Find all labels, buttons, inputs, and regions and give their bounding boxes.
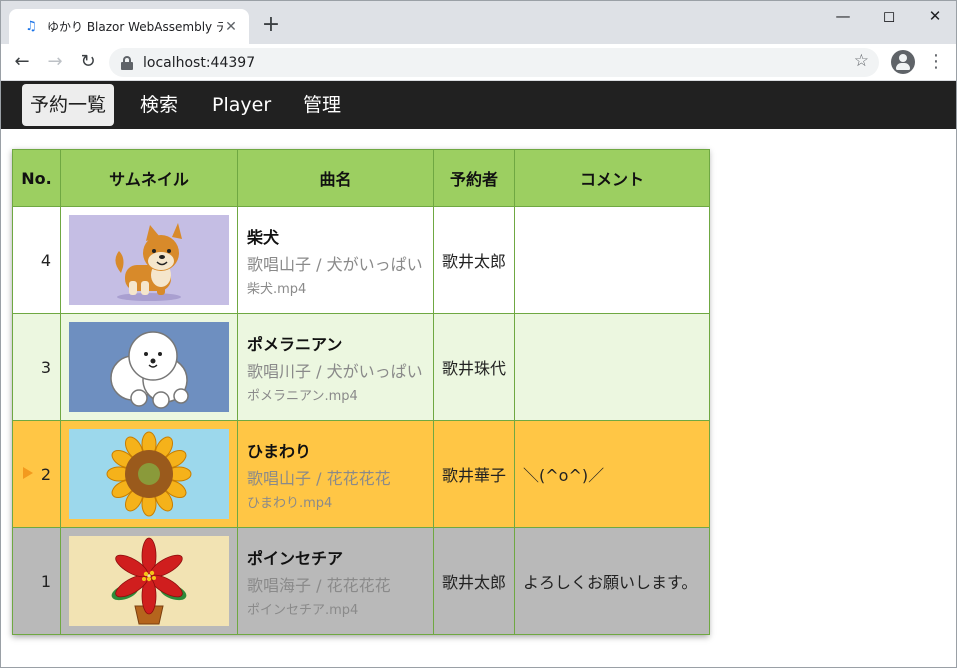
thumbnail <box>69 429 229 519</box>
song-title: ポメラニアン <box>247 334 343 354</box>
tab-title: ゆかり Blazor WebAssembly デモ <box>47 20 223 34</box>
header-no: No. <box>12 149 61 207</box>
profile-avatar-icon[interactable] <box>891 50 915 74</box>
reload-icon[interactable]: ↻ <box>75 49 101 75</box>
table-row[interactable]: 2 ひまわり 歌唱山子 / 花花花花 ひまわり.mp4 歌井華子 ＼(^o^)／ <box>12 420 710 528</box>
thumbnail <box>69 322 229 412</box>
thumbnail-cell <box>60 527 238 635</box>
thumbnail-cell <box>60 420 238 528</box>
window-close-button[interactable]: ✕ <box>912 1 956 33</box>
header-comment: コメント <box>514 149 710 207</box>
thumbnail-cell <box>60 313 238 421</box>
thumbnail <box>69 536 229 626</box>
reservation-table: No. サムネイル 曲名 予約者 コメント 4 柴犬 歌唱山子 / 犬がいっぱい… <box>12 149 710 635</box>
comment-cell <box>514 206 710 314</box>
row-number: 2 <box>12 420 61 528</box>
comment-cell <box>514 313 710 421</box>
thumbnail <box>69 215 229 305</box>
poinsettia-icon <box>111 537 187 625</box>
maximize-button[interactable]: ◻ <box>866 1 912 33</box>
header-thumbnail: サムネイル <box>60 149 238 207</box>
music-note-icon: ♫ <box>25 18 37 34</box>
comment-cell: よろしくお願いします。 <box>514 527 710 635</box>
shiba-dog-icon <box>115 223 182 301</box>
new-tab-button[interactable]: + <box>259 13 283 37</box>
nav-admin[interactable]: 管理 <box>295 84 349 126</box>
thumbnail-cell <box>60 206 238 314</box>
url-text: localhost:44397 <box>143 54 256 71</box>
table-row[interactable]: 3 ポメラニアン 歌唱川子 / 犬がいっぱい ポメラニアン.mp4 歌井珠代 <box>12 313 710 421</box>
bookmark-star-icon[interactable]: ☆ <box>854 51 869 71</box>
singer-cell: 歌井太郎 <box>433 527 515 635</box>
song-artist: 歌唱山子 / 犬がいっぱい <box>247 254 423 274</box>
singer-cell: 歌井珠代 <box>433 313 515 421</box>
reservation-table-container: No. サムネイル 曲名 予約者 コメント 4 柴犬 歌唱山子 / 犬がいっぱい… <box>12 149 710 635</box>
song-artist: 歌唱川子 / 犬がいっぱい <box>247 361 423 381</box>
song-title: ひまわり <box>247 441 312 461</box>
address-bar[interactable]: localhost:44397 ☆ <box>109 48 879 77</box>
row-number: 1 <box>12 527 61 635</box>
sunflower-icon <box>106 431 192 517</box>
table-row[interactable]: 4 柴犬 歌唱山子 / 犬がいっぱい 柴犬.mp4 歌井太郎 <box>12 206 710 314</box>
song-file: ひまわり.mp4 <box>247 495 333 511</box>
song-file: 柴犬.mp4 <box>247 281 307 297</box>
lock-icon <box>121 55 133 70</box>
tab-strip: ♫ ゆかり Blazor WebAssembly デモ ✕ + — ◻ ✕ <box>1 1 956 44</box>
nav-reservation-list[interactable]: 予約一覧 <box>22 84 115 126</box>
song-cell: 柴犬 歌唱山子 / 犬がいっぱい 柴犬.mp4 <box>237 206 434 314</box>
pomeranian-dog-icon <box>110 331 189 409</box>
nav-search[interactable]: 検索 <box>132 84 186 126</box>
song-cell: ポインセチア 歌唱海子 / 花花花花 ポインセチア.mp4 <box>237 527 434 635</box>
song-artist: 歌唱海子 / 花花花花 <box>247 575 391 595</box>
browser-tab[interactable]: ♫ ゆかり Blazor WebAssembly デモ ✕ <box>9 9 249 44</box>
song-file: ポメラニアン.mp4 <box>247 388 358 404</box>
header-song: 曲名 <box>237 149 434 207</box>
header-singer: 予約者 <box>433 149 515 207</box>
song-title: 柴犬 <box>247 227 280 247</box>
row-number: 4 <box>12 206 61 314</box>
song-title: ポインセチア <box>247 548 344 568</box>
song-file: ポインセチア.mp4 <box>247 602 359 618</box>
forward-arrow-icon[interactable]: → <box>42 49 68 75</box>
nav-player[interactable]: Player <box>204 84 279 126</box>
song-artist: 歌唱山子 / 花花花花 <box>247 468 391 488</box>
now-playing-marker-icon <box>23 467 33 479</box>
browser-toolbar: ← → ↻ localhost:44397 ☆ ⋮ <box>1 44 956 81</box>
close-icon[interactable]: ✕ <box>223 19 239 35</box>
singer-cell: 歌井華子 <box>433 420 515 528</box>
kebab-menu-icon[interactable]: ⋮ <box>927 49 945 75</box>
table-header-row: No. サムネイル 曲名 予約者 コメント <box>12 149 710 207</box>
table-row[interactable]: 1 ポインセチア 歌唱海子 / 花花花花 ポインセチア.mp4 歌井太郎 よろし… <box>12 527 710 635</box>
app-navbar: 予約一覧 検索 Player 管理 <box>1 81 956 129</box>
row-number: 3 <box>12 313 61 421</box>
song-cell: ひまわり 歌唱山子 / 花花花花 ひまわり.mp4 <box>237 420 434 528</box>
minimize-button[interactable]: — <box>820 1 866 33</box>
singer-cell: 歌井太郎 <box>433 206 515 314</box>
browser-window: ♫ ゆかり Blazor WebAssembly デモ ✕ + — ◻ ✕ ← … <box>0 0 957 668</box>
back-arrow-icon[interactable]: ← <box>9 49 35 75</box>
song-cell: ポメラニアン 歌唱川子 / 犬がいっぱい ポメラニアン.mp4 <box>237 313 434 421</box>
comment-cell: ＼(^o^)／ <box>514 420 710 528</box>
